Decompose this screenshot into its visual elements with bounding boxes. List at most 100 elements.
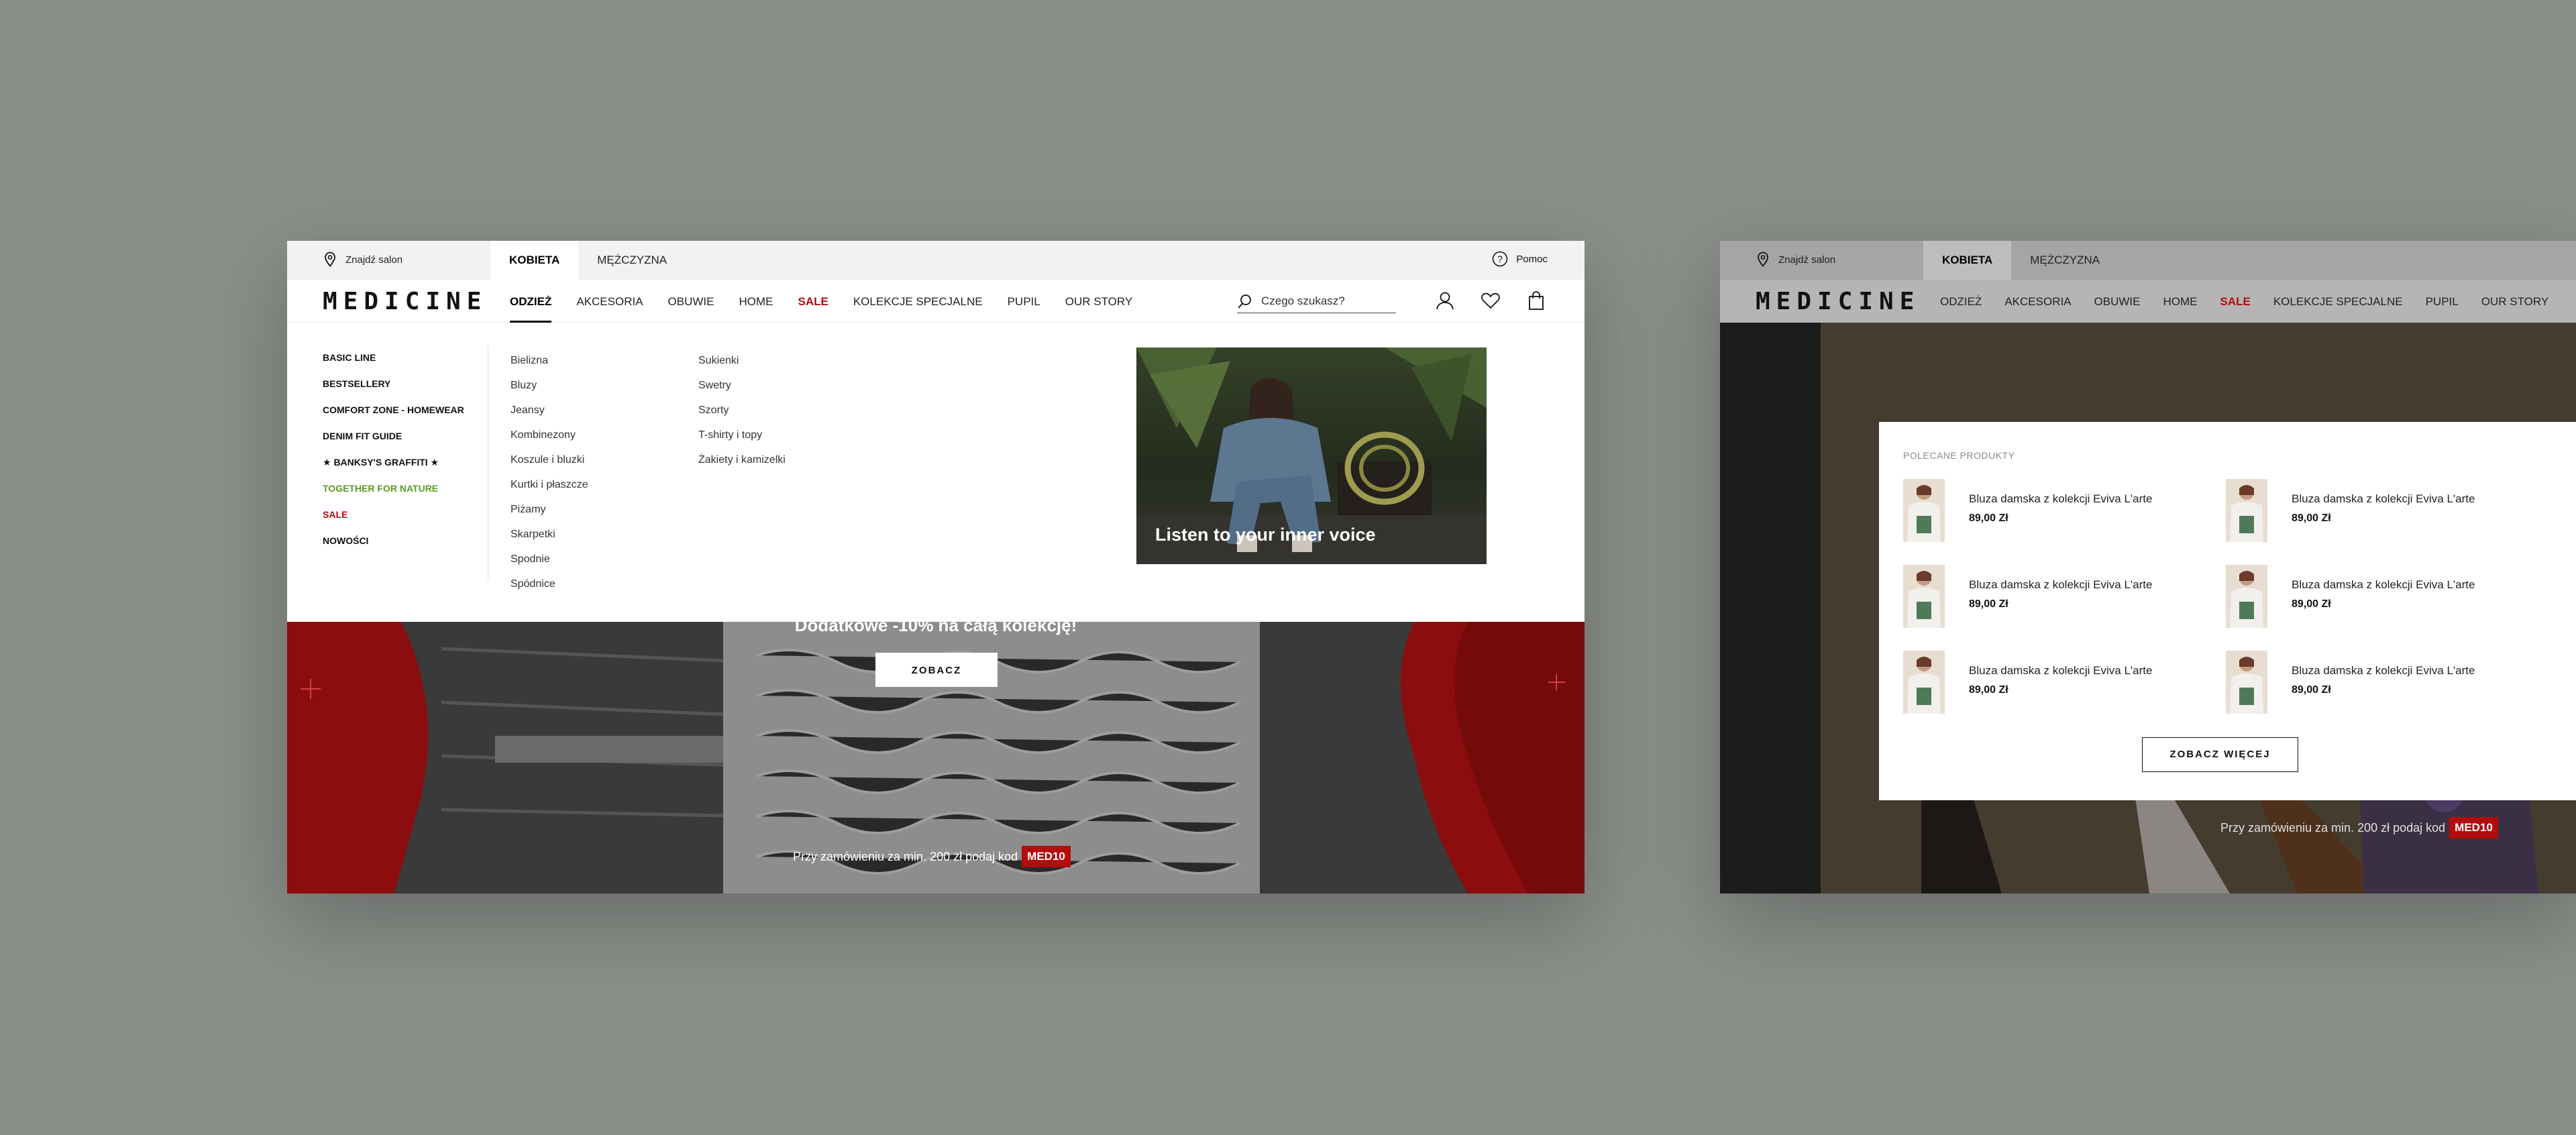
- product-name: Bluza damska z kolekcji Eviva L'arte: [2292, 578, 2475, 591]
- gender-tabs: KOBIETA MĘŻCZYZNA: [1923, 241, 2118, 280]
- nav-akcesoria[interactable]: AKCESORIA: [2004, 280, 2071, 323]
- product-price: 89,00 Zł: [1969, 684, 2008, 696]
- product-price: 89,00 Zł: [2292, 598, 2331, 610]
- product-card[interactable]: Bluza damska z kolekcji Eviva L'arte 89,…: [1903, 479, 2192, 543]
- product-thumbnail: [1903, 651, 1945, 714]
- menu-item-kurtki-i-plaszcze[interactable]: Kurtki i płaszcze: [511, 472, 588, 497]
- menu-item-bielizna[interactable]: Bielizna: [511, 348, 588, 373]
- nav-sale[interactable]: SALE: [798, 280, 828, 323]
- promo-text: Przy zamówieniu za min. 200 zł podaj kod: [2220, 820, 2446, 834]
- menu-item-swetry[interactable]: Swetry: [698, 373, 786, 398]
- product-name: Bluza damska z kolekcji Eviva L'arte: [1969, 664, 2153, 677]
- help-link[interactable]: ? Pomoc: [1492, 251, 1548, 267]
- search-icon: [1238, 294, 1251, 309]
- nav-obuwie[interactable]: OBUWIE: [2094, 280, 2141, 323]
- see-more-button[interactable]: ZOBACZ WIĘCEJ: [2142, 737, 2298, 772]
- menu-item-denim-fit-guide[interactable]: DENIM FIT GUIDE: [323, 423, 488, 449]
- menu-item-nowosci[interactable]: NOWOŚCI: [323, 528, 488, 554]
- nav-sale[interactable]: SALE: [2220, 280, 2251, 323]
- menu-item-spodnice[interactable]: Spódnice: [511, 572, 588, 596]
- menu-item-comfort-zone[interactable]: COMFORT ZONE - HOMEWEAR: [323, 397, 488, 423]
- nav-akcesoria[interactable]: AKCESORIA: [576, 280, 643, 323]
- account-icon[interactable]: [1435, 290, 1455, 311]
- promo-code-badge: MED10: [1022, 846, 1071, 867]
- find-salon-link[interactable]: Znajdź salon: [1757, 252, 1835, 268]
- product-name: Bluza damska z kolekcji Eviva L'arte: [2292, 492, 2475, 505]
- zobacz-button[interactable]: ZOBACZ: [875, 653, 998, 687]
- brand-logo[interactable]: MEDICINE: [323, 288, 487, 315]
- promo-text: Przy zamówieniu za min. 200 zł podaj kod: [793, 849, 1018, 863]
- product-thumbnail: [1903, 565, 1945, 628]
- header-icons: [1435, 290, 1546, 311]
- promo-code-badge: MED10: [2449, 817, 2498, 839]
- heart-icon[interactable]: [1481, 290, 1501, 311]
- menu-item-kombinezony[interactable]: Kombinezony: [511, 423, 588, 447]
- tab-kobieta[interactable]: KOBIETA: [1923, 241, 2012, 280]
- product-price: 89,00 Zł: [1969, 598, 2008, 610]
- product-name: Bluza damska z kolekcji Eviva L'arte: [2292, 664, 2475, 677]
- menu-item-pizamy[interactable]: Piżamy: [511, 497, 588, 522]
- svg-text:?: ?: [1497, 254, 1503, 264]
- top-bar: Znajdź salon KOBIETA MĘŻCZYZNA ? Pomoc: [287, 241, 1585, 280]
- menu-item-banksys-graffiti[interactable]: ★ BANKSY'S GRAFFITI ★: [323, 449, 488, 476]
- menu-item-skarpetki[interactable]: Skarpetki: [511, 522, 588, 547]
- nav-pupil[interactable]: PUPIL: [1008, 280, 1040, 323]
- product-thumbnail: [2226, 651, 2267, 714]
- gender-tabs: KOBIETA MĘŻCZYZNA: [490, 241, 686, 280]
- menu-item-together-for-nature[interactable]: TOGETHER FOR NATURE: [323, 476, 488, 502]
- menu-promo-banner[interactable]: Listen to your inner voice: [1136, 347, 1487, 564]
- brand-logo[interactable]: MEDICINE: [1756, 288, 1920, 315]
- menu-item-bestsellery[interactable]: BESTSELLERY: [323, 371, 488, 397]
- product-price: 89,00 Zł: [2292, 512, 2331, 524]
- tab-mezczyzna[interactable]: MĘŻCZYZNA: [2011, 241, 2118, 280]
- bag-icon[interactable]: [1526, 290, 1546, 311]
- help-label: Pomoc: [1516, 253, 1548, 265]
- menu-item-sukienki[interactable]: Sukienki: [698, 348, 786, 373]
- product-card[interactable]: Bluza damska z kolekcji Eviva L'arte 89,…: [1903, 651, 2192, 715]
- promo-code-line: Przy zamówieniu za min. 200 zł podaj kod…: [2220, 817, 2498, 839]
- menu-item-bluzy[interactable]: Bluzy: [511, 373, 588, 398]
- menu-item-jeansy[interactable]: Jeansy: [511, 398, 588, 423]
- location-pin-icon: [325, 252, 335, 267]
- nav-our-story[interactable]: OUR STORY: [2481, 280, 2548, 323]
- search-placeholder: Czego szukasz?: [1261, 294, 1345, 307]
- top-bar: Znajdź salon KOBIETA MĘŻCZYZNA: [1720, 241, 2576, 280]
- product-card[interactable]: Bluza damska z kolekcji Eviva L'arte 89,…: [2226, 651, 2514, 715]
- main-nav: ODZIEŻ AKCESORIA OBUWIE HOME SALE KOLEKC…: [510, 280, 1132, 323]
- menu-item-szorty[interactable]: Szorty: [698, 398, 786, 423]
- nav-home[interactable]: HOME: [739, 280, 773, 323]
- nav-kolekcje-specjalne[interactable]: KOLEKCJE SPECJALNE: [853, 280, 983, 323]
- mega-menu-odziez: BASIC LINE BESTSELLERY COMFORT ZONE - HO…: [287, 323, 1585, 622]
- product-price: 89,00 Zł: [2292, 684, 2331, 696]
- nav-kolekcje-specjalne[interactable]: KOLEKCJE SPECJALNE: [2273, 280, 2403, 323]
- promo-code-line: Przy zamówieniu za min. 200 zł podaj kod…: [793, 846, 1071, 867]
- find-salon-link[interactable]: Znajdź salon: [324, 252, 402, 268]
- nav-odziez[interactable]: ODZIEŻ: [510, 280, 552, 323]
- nav-odziez[interactable]: ODZIEŻ: [1940, 280, 1982, 323]
- product-name: Bluza damska z kolekcji Eviva L'arte: [1969, 578, 2153, 591]
- search-input[interactable]: Czego szukasz?: [1237, 289, 1396, 313]
- help-icon: ?: [1493, 251, 1508, 267]
- product-card[interactable]: Bluza damska z kolekcji Eviva L'arte 89,…: [1903, 565, 2192, 629]
- nav-obuwie[interactable]: OBUWIE: [668, 280, 714, 323]
- find-salon-label: Znajdź salon: [345, 254, 403, 266]
- nav-our-story[interactable]: OUR STORY: [1065, 280, 1132, 323]
- menu-featured-column: BASIC LINE BESTSELLERY COMFORT ZONE - HO…: [323, 345, 488, 580]
- menu-item-t-shirty-i-topy[interactable]: T-shirty i topy: [698, 423, 786, 447]
- menu-item-koszule-i-bluzki[interactable]: Koszule i bluzki: [511, 447, 588, 472]
- product-thumbnail: [2226, 479, 2267, 542]
- menu-category-column-1: Bielizna Bluzy Jeansy Kombinezony Koszul…: [511, 348, 588, 596]
- product-card[interactable]: Bluza damska z kolekcji Eviva L'arte 89,…: [2226, 565, 2514, 629]
- find-salon-label: Znajdź salon: [1778, 254, 1836, 266]
- tab-kobieta[interactable]: KOBIETA: [490, 241, 579, 280]
- main-navbar: MEDICINE ODZIEŻ AKCESORIA OBUWIE HOME SA…: [1720, 280, 2576, 323]
- nav-home[interactable]: HOME: [2163, 280, 2198, 323]
- menu-item-sale[interactable]: SALE: [323, 502, 488, 528]
- nav-pupil[interactable]: PUPIL: [2426, 280, 2459, 323]
- menu-item-spodnie[interactable]: Spodnie: [511, 547, 588, 572]
- menu-item-zakiety-i-kamizelki[interactable]: Żakiety i kamizelki: [698, 447, 786, 472]
- menu-item-basic-line[interactable]: BASIC LINE: [323, 345, 488, 371]
- product-card[interactable]: Bluza damska z kolekcji Eviva L'arte 89,…: [2226, 479, 2514, 543]
- tab-mezczyzna[interactable]: MĘŻCZYZNA: [578, 241, 686, 280]
- recommended-products-panel: POLECANE PRODUKTY Bluza damska z kolekcj…: [1879, 422, 2576, 800]
